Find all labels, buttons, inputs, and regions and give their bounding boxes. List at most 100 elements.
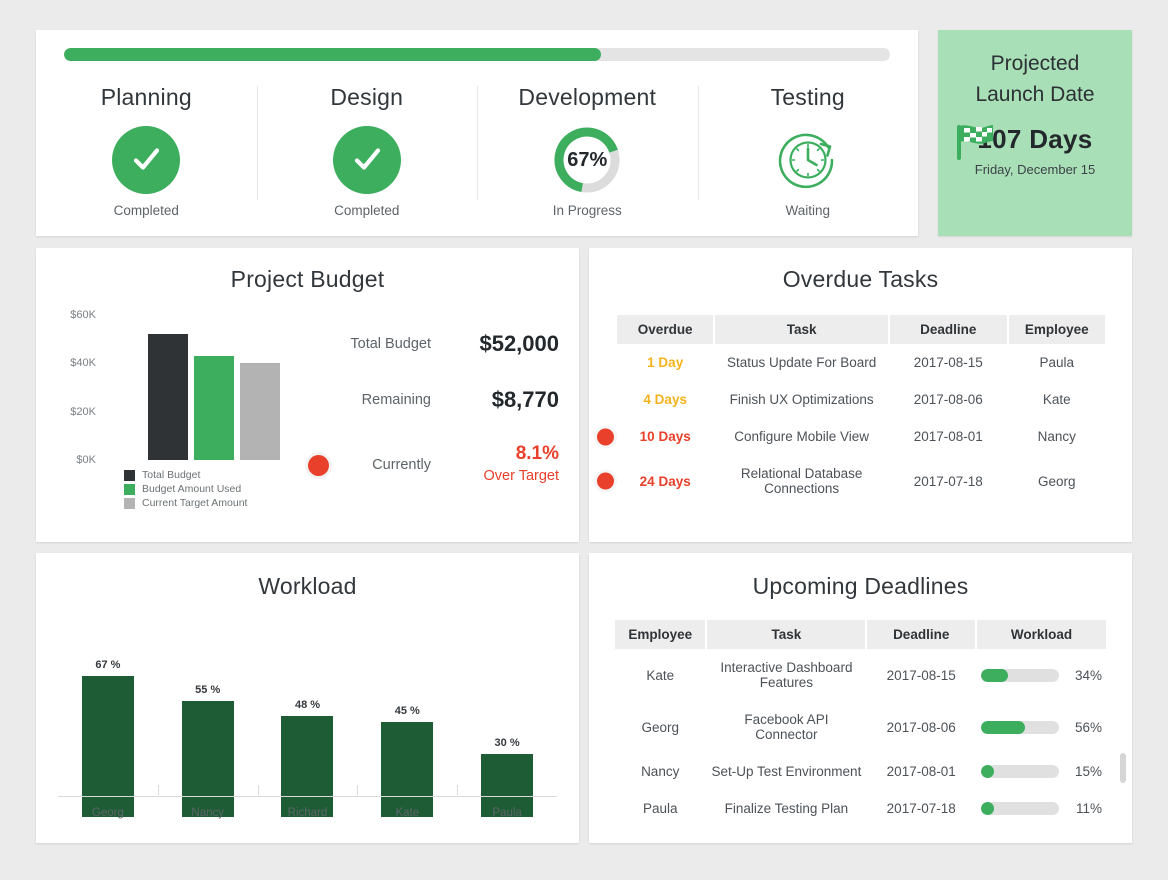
deadline-cell: 2017-08-15 bbox=[890, 344, 1007, 381]
workload-bar bbox=[182, 701, 234, 817]
employee-cell: Paula bbox=[1009, 344, 1105, 381]
workload-bar-column: 55 % bbox=[158, 639, 258, 817]
stage-design[interactable]: Design Completed bbox=[257, 76, 478, 218]
legend-item: Current Target Amount bbox=[124, 497, 247, 509]
overdue-days-cell: 24 Days bbox=[617, 455, 713, 507]
deadline-cell: 2017-08-01 bbox=[867, 753, 975, 790]
task-cell: Configure Mobile View bbox=[715, 418, 888, 455]
legend-swatch bbox=[124, 498, 135, 509]
column-header[interactable]: Employee bbox=[1009, 315, 1105, 344]
column-header[interactable]: Task bbox=[707, 620, 865, 649]
table-row[interactable]: NancySet-Up Test Environment2017-08-0115… bbox=[615, 753, 1106, 790]
page-title-budget: Project Budget bbox=[36, 248, 579, 293]
workload-category-label: Kate bbox=[357, 807, 457, 819]
legend-item: Budget Amount Used bbox=[124, 483, 247, 495]
critical-status-dot bbox=[597, 473, 614, 490]
budget-stat-label: Total Budget bbox=[344, 336, 447, 352]
workload-bars: 67 %55 %48 %45 %30 % bbox=[58, 639, 557, 817]
table-row[interactable]: PaulaFinalize Testing Plan2017-07-1811% bbox=[615, 790, 1106, 827]
legend-label: Total Budget bbox=[142, 469, 200, 481]
table-body: KateInteractive Dashboard Features2017-0… bbox=[615, 649, 1106, 827]
budget-bar bbox=[148, 334, 188, 460]
column-header[interactable]: Task bbox=[715, 315, 888, 344]
column-header[interactable]: Deadline bbox=[890, 315, 1007, 344]
workload-category-label: Nancy bbox=[158, 807, 258, 819]
deadlines-scrollbar-thumb[interactable] bbox=[1120, 753, 1126, 783]
workload-category-label: Richard bbox=[258, 807, 358, 819]
dashboard-page: Planning Completed Design bbox=[0, 0, 1168, 880]
budget-stat-value: $52,000 bbox=[447, 331, 559, 357]
budget-y-axis: $60K$40K$20K$0K bbox=[50, 315, 96, 460]
budget-stat-row: Remaining$8,770 bbox=[308, 387, 559, 413]
upcoming-deadlines-card: Upcoming Deadlines EmployeeTaskDeadlineW… bbox=[589, 553, 1132, 843]
workload-progress-fill bbox=[981, 765, 994, 778]
budget-bars bbox=[148, 315, 288, 460]
stage-planning[interactable]: Planning Completed bbox=[36, 76, 257, 218]
employee-cell: Kate bbox=[1009, 381, 1105, 418]
legend-item: Total Budget bbox=[124, 469, 247, 481]
budget-stat-label: Remaining bbox=[344, 392, 447, 408]
column-header[interactable]: Deadline bbox=[867, 620, 975, 649]
workload-bar-value-label: 45 % bbox=[395, 705, 420, 717]
legend-label: Current Target Amount bbox=[142, 497, 247, 509]
overdue-days-cell: 4 Days bbox=[617, 381, 713, 418]
budget-stat-value: $8,770 bbox=[447, 387, 559, 413]
task-cell: Finish UX Optimizations bbox=[715, 381, 888, 418]
table-row[interactable]: 4 DaysFinish UX Optimizations2017-08-06K… bbox=[617, 381, 1105, 418]
stage-testing[interactable]: Testing bbox=[698, 76, 919, 218]
projected-launch-date-card: Projected Launch Date bbox=[938, 30, 1132, 236]
deadline-cell: 2017-08-15 bbox=[867, 649, 975, 701]
page-title-overdue: Overdue Tasks bbox=[589, 248, 1132, 293]
overdue-tasks-card: Overdue Tasks OverdueTaskDeadlineEmploye… bbox=[589, 248, 1132, 542]
stage-title: Planning bbox=[36, 84, 257, 111]
deadline-cell: 2017-08-01 bbox=[890, 418, 1007, 455]
deadline-cell: 2017-08-06 bbox=[867, 701, 975, 753]
donut-percent-label: 67% bbox=[551, 149, 623, 172]
workload-cell: 15% bbox=[977, 753, 1106, 790]
table-row[interactable]: GeorgFacebook API Connector2017-08-0656% bbox=[615, 701, 1106, 753]
budget-y-tick: $40K bbox=[70, 357, 96, 369]
table-row[interactable]: 1 DayStatus Update For Board2017-08-15Pa… bbox=[617, 344, 1105, 381]
task-cell: Status Update For Board bbox=[715, 344, 888, 381]
table-row[interactable]: 10 DaysConfigure Mobile View2017-08-01Na… bbox=[617, 418, 1105, 455]
column-header[interactable]: Employee bbox=[615, 620, 705, 649]
overdue-days-cell: 1 Day bbox=[617, 344, 713, 381]
check-circle-icon bbox=[36, 123, 257, 197]
launch-title-line2: Launch Date bbox=[948, 79, 1122, 110]
overdue-tasks-table: OverdueTaskDeadlineEmployee 1 DayStatus … bbox=[615, 315, 1107, 507]
budget-stat-row: Total Budget$52,000 bbox=[308, 331, 559, 357]
checkered-flag-icon bbox=[954, 122, 998, 167]
workload-bar-chart: 67 %55 %48 %45 %30 % GeorgNancyRichardKa… bbox=[58, 622, 557, 817]
workload-percent-label: 34% bbox=[1068, 668, 1102, 683]
task-cell: Relational Database Connections bbox=[715, 455, 888, 507]
column-header[interactable]: Overdue bbox=[617, 315, 713, 344]
table-row[interactable]: 24 DaysRelational Database Connections20… bbox=[617, 455, 1105, 507]
stage-status: Waiting bbox=[698, 203, 919, 218]
workload-bar bbox=[281, 716, 333, 817]
workload-bar-value-label: 55 % bbox=[195, 684, 220, 696]
table-header-row: OverdueTaskDeadlineEmployee bbox=[617, 315, 1105, 344]
employee-cell: Georg bbox=[615, 701, 705, 753]
budget-y-tick: $60K bbox=[70, 309, 96, 321]
table-body: 1 DayStatus Update For Board2017-08-15Pa… bbox=[617, 344, 1105, 507]
deadline-cell: 2017-08-06 bbox=[890, 381, 1007, 418]
workload-progress-bar bbox=[981, 669, 1059, 682]
workload-cell: 56% bbox=[977, 701, 1106, 753]
employee-cell: Kate bbox=[615, 649, 705, 701]
budget-bar-chart: $60K$40K$20K$0K Total Budget Budget Amoun… bbox=[36, 315, 308, 505]
budget-bar bbox=[240, 363, 280, 460]
table-header-row: EmployeeTaskDeadlineWorkload bbox=[615, 620, 1106, 649]
task-cell: Interactive Dashboard Features bbox=[707, 649, 865, 701]
workload-bar bbox=[381, 722, 433, 817]
legend-swatch bbox=[124, 470, 135, 481]
stage-development[interactable]: Development 67% In Progress bbox=[477, 76, 698, 218]
budget-y-tick: $0K bbox=[76, 454, 96, 466]
stage-title: Testing bbox=[698, 84, 919, 111]
workload-category-label: Georg bbox=[58, 807, 158, 819]
table-row[interactable]: KateInteractive Dashboard Features2017-0… bbox=[615, 649, 1106, 701]
stage-status: Completed bbox=[257, 203, 478, 218]
stage-status: In Progress bbox=[477, 203, 698, 218]
column-header[interactable]: Workload bbox=[977, 620, 1106, 649]
workload-category-labels: GeorgNancyRichardKatePaula bbox=[58, 807, 557, 819]
task-cell: Facebook API Connector bbox=[707, 701, 865, 753]
